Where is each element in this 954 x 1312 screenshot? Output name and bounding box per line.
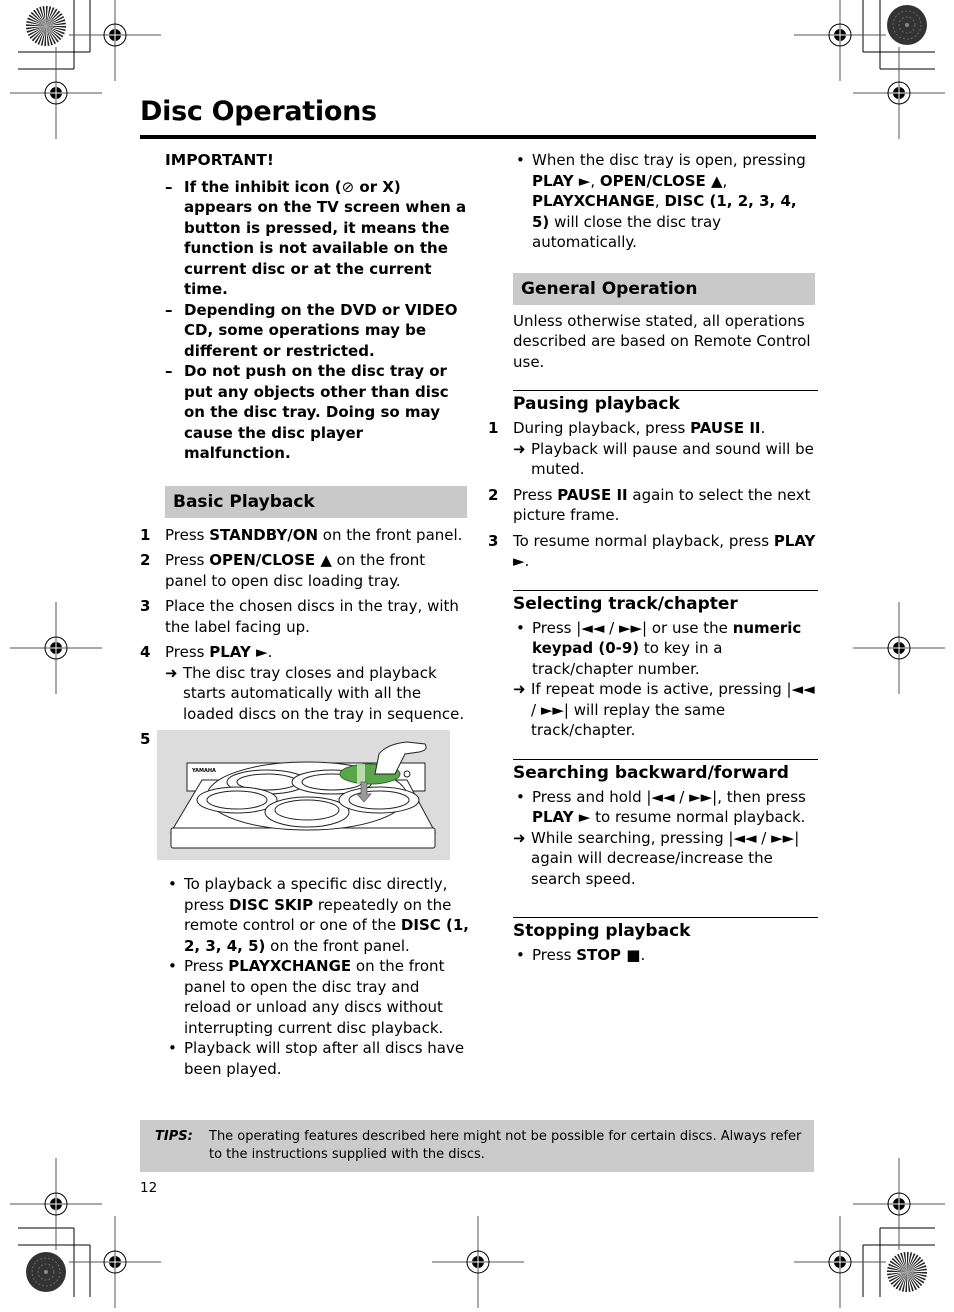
step-item: 3 To resume normal playback, press PLAY … xyxy=(488,531,816,571)
result-line: ➜ If repeat mode is active, pressing |◄◄… xyxy=(513,680,815,739)
general-operation-intro: Unless otherwise stated, all operations … xyxy=(513,311,811,371)
inhibit-icon: ⊘ xyxy=(341,177,355,196)
crosshair-target-icon xyxy=(794,1216,886,1308)
subheading-pausing: Pausing playback xyxy=(513,390,818,414)
page-number: 12 xyxy=(140,1180,158,1196)
important-item: – If the inhibit icon (⊘ or X) appears o… xyxy=(165,177,467,299)
tips-box: TIPS: The operating features described h… xyxy=(140,1120,814,1172)
crosshair-target-icon xyxy=(69,1216,161,1308)
crosshair-target-icon xyxy=(10,602,102,694)
skip-icons: |◄◄ / ►►| xyxy=(576,618,648,637)
arrow-icon: ➜ xyxy=(513,439,526,458)
right-column: • When the disc tray is open, pressing P… xyxy=(488,150,818,966)
starburst-icon xyxy=(26,6,66,46)
bullet-item: • To playback a specific disc directly, … xyxy=(168,875,469,955)
bullet-item: • Press PLAYXCHANGE on the front panel t… xyxy=(168,957,445,1037)
crosshair-target-icon xyxy=(853,47,945,139)
subheading-selecting: Selecting track/chapter xyxy=(513,589,818,614)
step-item: 2 Press OPEN/CLOSE ▲ on the front panel … xyxy=(140,551,426,590)
bullet-item: • Press STOP ■. xyxy=(516,946,646,964)
left-column: IMPORTANT! – If the inhibit icon (⊘ or X… xyxy=(140,150,470,755)
step-item: 3 Place the chosen discs in the tray, wi… xyxy=(140,597,459,636)
disc-rosette-icon xyxy=(887,5,927,45)
crosshair-target-icon xyxy=(10,47,102,139)
arrow-icon: ➜ xyxy=(513,828,526,847)
bullet-item: • Press and hold |◄◄ / ►►|, then press P… xyxy=(516,787,806,827)
section-header-basic-playback: Basic Playback xyxy=(165,485,467,518)
important-item: – Depending on the DVD or VIDEO CD, some… xyxy=(165,300,458,360)
important-heading: IMPORTANT! xyxy=(165,151,274,169)
basic-playback-notes: • To playback a specific disc directly, … xyxy=(165,874,470,1079)
step-item: 2 Press PAUSE II again to select the nex… xyxy=(488,485,811,525)
x-icon: X xyxy=(382,177,394,196)
basic-playback-steps: 1 Press STANDBY/ON on the front panel. 2… xyxy=(140,525,470,750)
step-item: 4 Press PLAY ►. ➜ The disc tray closes a… xyxy=(140,642,470,724)
arrow-icon: ➜ xyxy=(165,663,178,682)
step-result: ➜ Playback will pause and sound will be … xyxy=(513,439,814,479)
step-item: 1 During playback, press PAUSE II. ➜ Pla… xyxy=(488,418,818,480)
tray-front xyxy=(170,827,436,849)
crosshair-target-icon xyxy=(432,1216,524,1308)
result-line: ➜ While searching, pressing |◄◄ / ►►| ag… xyxy=(513,828,800,888)
arrow-icon: ➜ xyxy=(513,680,526,698)
bullet-item: • Playback will stop after all discs hav… xyxy=(168,1039,465,1078)
step-result: ➜ The disc tray closes and playback star… xyxy=(165,663,465,723)
tips-text: The operating features described here mi… xyxy=(209,1129,802,1162)
tips-label: TIPS: xyxy=(155,1129,193,1144)
starburst-icon xyxy=(887,1252,927,1292)
crosshair-target-icon xyxy=(853,602,945,694)
brand-logo: YAMAHA xyxy=(191,768,216,774)
bullet-item: • Press |◄◄ / ►►| or use the numeric key… xyxy=(516,618,802,678)
subheading-searching: Searching backward/forward xyxy=(513,758,818,783)
step-item: 1 Press STANDBY/ON on the front panel. xyxy=(140,525,463,544)
disc-rosette-icon xyxy=(26,1252,66,1292)
disc-tray-illustration: YAMAHA xyxy=(157,730,450,860)
important-item: – Do not push on the disc tray or put an… xyxy=(165,362,449,462)
section-header-general-operation: General Operation xyxy=(513,272,815,305)
subheading-stopping: Stopping playback xyxy=(513,917,818,941)
title-rule xyxy=(140,135,816,139)
page-title: Disc Operations xyxy=(140,96,377,127)
bullet-item: • When the disc tray is open, pressing P… xyxy=(516,151,806,251)
